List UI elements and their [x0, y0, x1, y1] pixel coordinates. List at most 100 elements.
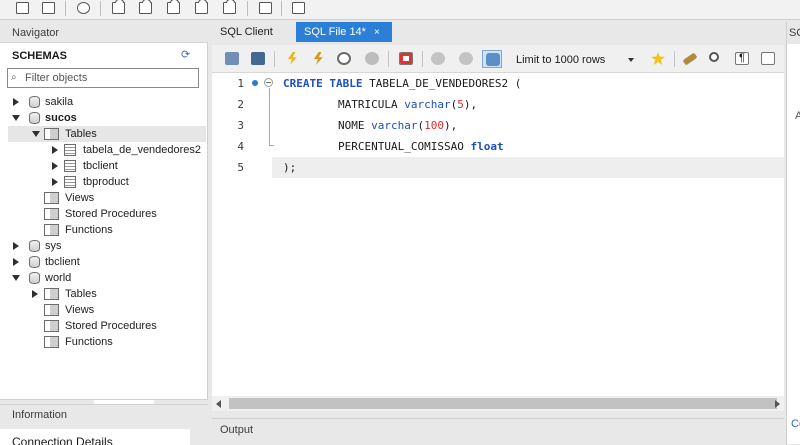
column-name: MATRICULA — [338, 98, 405, 111]
expand-arrow-icon[interactable] — [52, 146, 58, 154]
tree-item-tables[interactable]: Tables — [0, 286, 207, 302]
tree-item-label: Views — [65, 192, 95, 204]
commit-icon[interactable] — [428, 50, 448, 68]
panel-title: SQ — [789, 27, 800, 39]
expand-arrow-icon[interactable] — [32, 290, 38, 298]
tree-item-sakila[interactable]: sakila — [0, 94, 207, 110]
invisible-chars-icon[interactable]: ¶ — [732, 50, 752, 68]
sql-keyword: CREATE TABLE — [283, 77, 363, 90]
add-snippet-icon[interactable] — [648, 50, 668, 68]
rollback-icon[interactable] — [456, 50, 476, 68]
table-icon — [64, 176, 76, 188]
folder-icon — [44, 224, 59, 236]
scrollbar-thumb[interactable] — [229, 398, 777, 409]
execute-icon[interactable] — [282, 50, 302, 68]
tree-item-stored-procedures[interactable]: Stored Procedures — [0, 206, 207, 222]
create-view-icon[interactable] — [165, 0, 183, 16]
execute-current-icon[interactable] — [308, 50, 328, 68]
create-procedure-icon[interactable] — [193, 0, 211, 16]
tree-item-world[interactable]: world — [0, 270, 207, 286]
sql-additions-panel: SQ A Co — [786, 22, 800, 445]
toolbar-separator — [247, 1, 248, 16]
fold-toggle-icon[interactable] — [264, 78, 273, 87]
tree-item-table[interactable]: tabela_de_vendedores2 — [0, 142, 207, 158]
reconnect-icon[interactable] — [290, 0, 308, 16]
expand-arrow-icon[interactable] — [52, 178, 58, 186]
database-icon — [29, 272, 40, 284]
new-sql-tab-icon[interactable] — [14, 0, 32, 16]
tree-item-label: Functions — [65, 224, 113, 236]
tree-item-sucos[interactable]: sucos — [0, 110, 207, 126]
save-icon[interactable] — [248, 50, 268, 68]
statement-marker-icon — [252, 80, 258, 86]
expand-arrow-icon[interactable] — [13, 98, 19, 106]
filter-box: ⌕ — [7, 68, 199, 88]
collapse-arrow-icon[interactable] — [12, 275, 20, 281]
tree-item-functions[interactable]: Functions — [0, 334, 207, 350]
scroll-left-icon[interactable] — [216, 400, 221, 408]
navigator-panel: Navigator SCHEMAS ⟳ ⌕ sakila sucos Table… — [0, 21, 208, 421]
tree-item-sys[interactable]: sys — [0, 238, 207, 254]
collapse-arrow-icon[interactable] — [12, 115, 20, 121]
code-text: ), — [443, 119, 458, 132]
scroll-right-icon[interactable] — [775, 400, 780, 408]
explain-icon[interactable] — [334, 50, 354, 68]
panel-body: A Co — [787, 44, 800, 444]
autocommit-icon[interactable] — [482, 50, 502, 68]
tree-item-stored-procedures[interactable]: Stored Procedures — [0, 318, 207, 334]
folder-icon — [44, 128, 59, 140]
column-name: PERCENTUAL_COMISSAO — [338, 140, 471, 153]
line-number: 2 — [237, 98, 244, 111]
filter-objects-input[interactable] — [25, 70, 195, 86]
stop-icon[interactable] — [362, 50, 382, 68]
tree-item-label: world — [45, 272, 72, 284]
sql-editor[interactable]: 1 2 3 4 5 CREATE TABLE TABELA_DE_VENDEDO… — [212, 73, 784, 396]
refresh-icon[interactable]: ⟳ — [181, 49, 193, 61]
tab-sql-file[interactable]: SQL File 14* × — [296, 22, 392, 42]
fold-guide-end — [269, 145, 274, 146]
tree-item-tables[interactable]: Tables — [8, 126, 206, 142]
tree-item-tbclient[interactable]: tbclient — [0, 254, 207, 270]
tree-item-label: Tables — [65, 288, 97, 300]
data-type: float — [470, 140, 504, 153]
horizontal-scrollbar[interactable] — [212, 396, 784, 411]
tree-item-label: tbclient — [45, 256, 80, 268]
column-name: NOME — [338, 119, 372, 132]
main-toolbar — [0, 0, 800, 20]
line-number: 1 — [237, 77, 244, 90]
tree-item-table[interactable]: tbclient — [0, 158, 207, 174]
search-table-data-icon[interactable] — [257, 0, 275, 16]
inspector-icon[interactable] — [75, 0, 93, 16]
tree-item-label: sucos — [45, 112, 77, 124]
create-schema-icon[interactable] — [110, 0, 128, 16]
open-sql-script-icon[interactable] — [40, 0, 58, 16]
code-line: ); — [283, 161, 297, 174]
tree-item-views[interactable]: Views — [0, 190, 207, 206]
beautify-icon[interactable] — [680, 50, 700, 68]
expand-arrow-icon[interactable] — [52, 162, 58, 170]
code-line: CREATE TABLE TABELA_DE_VENDEDORES2 ( — [283, 73, 521, 94]
create-table-icon[interactable] — [137, 0, 155, 16]
expand-arrow-icon[interactable] — [13, 242, 19, 250]
toggle-error-icon[interactable] — [396, 50, 416, 68]
panel-tab-context[interactable]: Co — [791, 418, 800, 430]
tree-item-table[interactable]: tbproduct — [0, 174, 207, 190]
tree-item-views[interactable]: Views — [0, 302, 207, 318]
toolbar-separator — [674, 51, 675, 67]
schemas-heading: SCHEMAS — [12, 50, 68, 62]
find-icon[interactable] — [706, 50, 726, 68]
close-tab-icon[interactable]: × — [374, 27, 380, 38]
expand-arrow-icon[interactable] — [13, 258, 19, 266]
collapse-arrow-icon[interactable] — [32, 131, 40, 137]
toolbar-separator — [100, 1, 101, 16]
word-wrap-icon[interactable] — [758, 50, 778, 68]
open-file-icon[interactable] — [222, 50, 242, 68]
limit-rows-select[interactable]: Limit to 1000 rows — [510, 51, 638, 69]
database-icon — [29, 96, 40, 108]
output-panel: Output — [212, 418, 784, 445]
tab-sql-client[interactable]: SQL Client — [212, 22, 281, 42]
create-function-icon[interactable] — [221, 0, 239, 16]
folder-icon — [44, 336, 59, 348]
tree-item-label: Functions — [65, 336, 113, 348]
tree-item-functions[interactable]: Functions — [0, 222, 207, 238]
